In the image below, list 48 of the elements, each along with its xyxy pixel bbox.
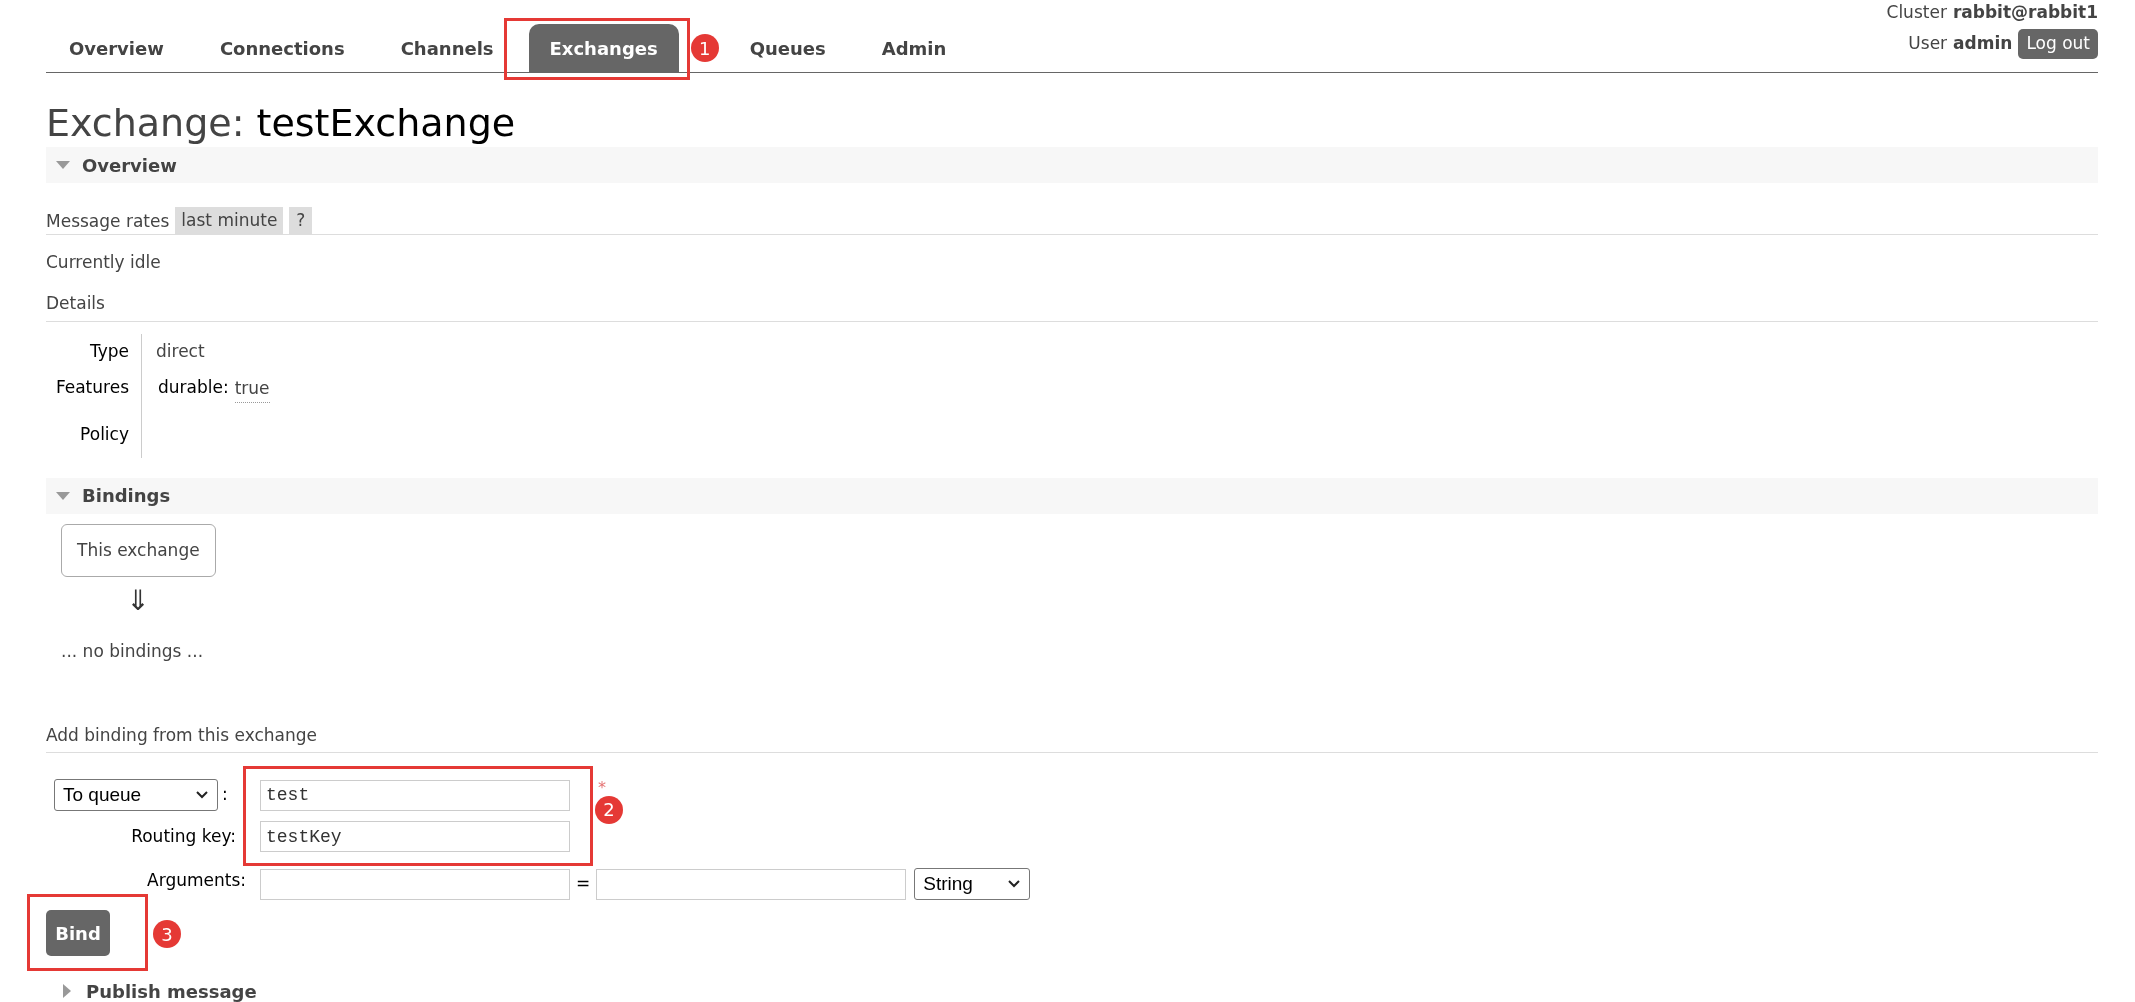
number-badge: 1 [690,34,719,62]
section-header[interactable]: Bindings [46,477,2098,514]
routing-key-label: Routing key: [131,824,236,848]
cluster-name: rabbit@rabbit1 [1952,1,2098,23]
feature-key: durable: [158,374,229,401]
page-title-label: Exchange: [46,101,245,145]
exchange-box: This exchange [61,523,216,577]
input-field[interactable]: test [260,779,570,811]
nav-tab[interactable]: Overview [48,24,185,72]
detail-label: Type [89,339,129,363]
down-arrow-text: ⇓ [126,585,151,617]
detail-label: Features [55,375,129,399]
argument-type-dropdown[interactable]: String [914,868,1031,900]
chevron-icon [195,790,209,800]
help-button[interactable]: ? [289,207,313,234]
section-header[interactable]: Overview [46,147,2098,183]
nav-tab[interactable]: Connections [198,24,366,72]
input-field[interactable] [596,868,907,900]
nav-tab[interactable]: Admin [860,24,968,72]
bind-button[interactable]: Bind [46,910,110,956]
detail-label: Policy [80,423,129,446]
section-header[interactable]: Publish message [46,978,257,1002]
cluster-label: Cluster [1886,1,1947,23]
colon-text: : [222,783,228,807]
logout-button[interactable]: Log out [2018,29,2098,59]
user-label: User [1908,32,1948,56]
detail-value: direct [156,339,205,363]
exchange-name: testExchange [256,101,516,145]
arguments-label: Arguments: [147,869,246,893]
empty-bindings-text: ... no bindings ... [61,640,204,663]
add-binding-heading: Add binding from this exchange [46,724,317,745]
status-text: Currently idle [46,251,161,273]
details-heading: Details [46,293,105,313]
nav-tab[interactable]: Queues [728,24,847,72]
rate-range-button[interactable]: last minute [175,207,284,234]
equals-sign: = [576,872,591,896]
nav-tab[interactable]: Exchanges [528,24,679,72]
detail-value: true [234,376,270,403]
user-name: admin [1953,32,2013,56]
nav-tab[interactable]: Channels [379,24,515,72]
chevron-icon [1007,879,1022,889]
input-field[interactable] [260,868,570,900]
input-field[interactable]: testKey [260,821,570,852]
destination-type-dropdown[interactable]: To queue [54,779,218,811]
number-badge: 2 [595,795,623,824]
required-mark: * [598,779,606,796]
message-rates-label: Message rates [46,210,170,233]
number-badge: 3 [153,920,181,948]
